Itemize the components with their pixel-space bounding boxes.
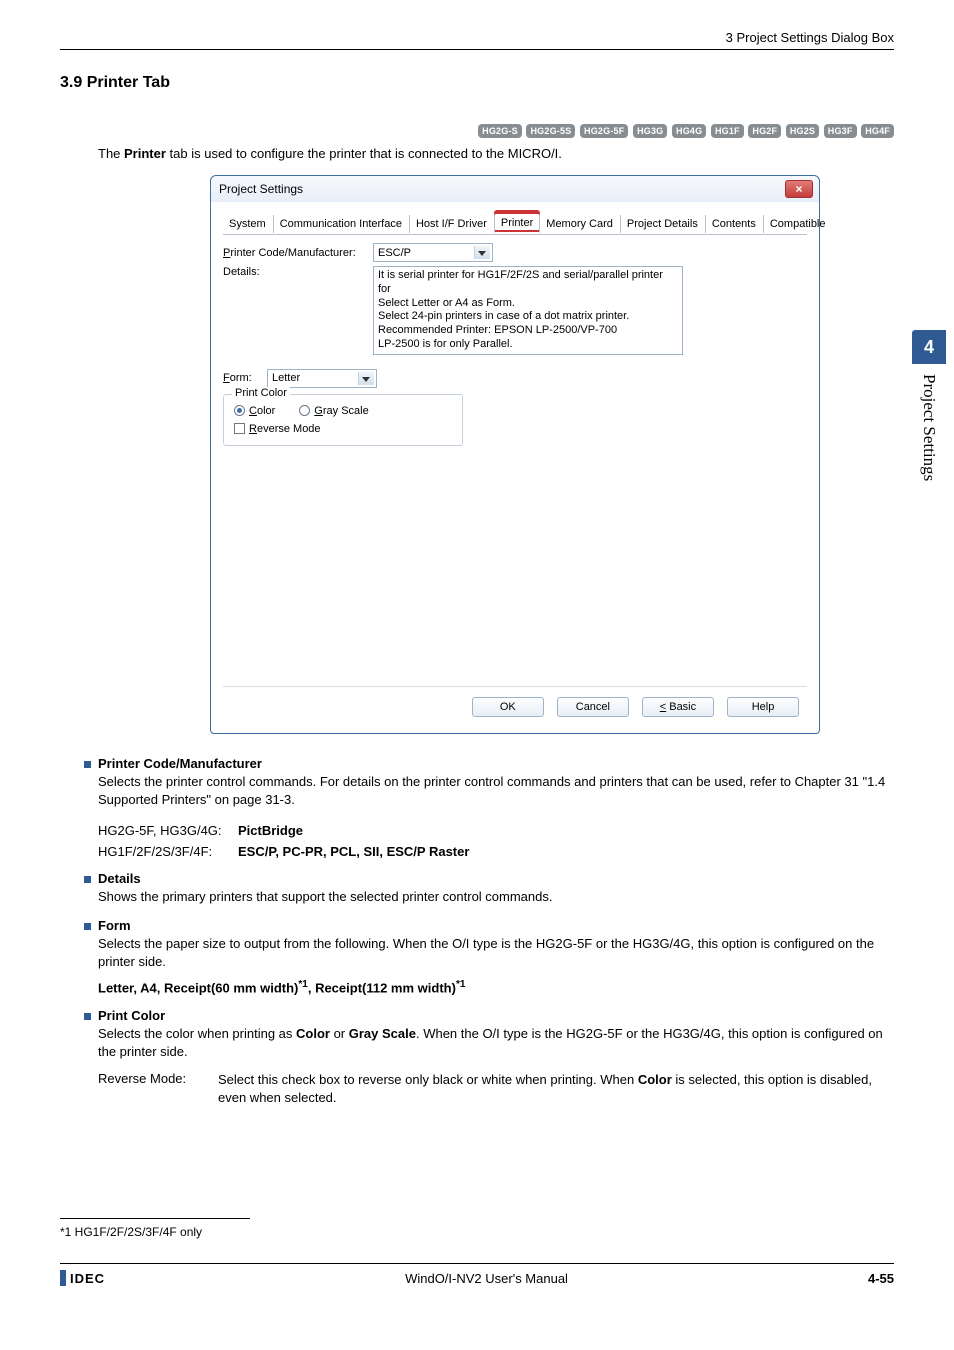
def-form-body: Selects the paper size to output from th…: [60, 935, 894, 971]
badge: HG1F: [711, 124, 744, 138]
badge: HG2G-5F: [580, 124, 628, 138]
details-label: Details:: [223, 266, 373, 278]
dialog-titlebar: Project Settings ×: [211, 176, 819, 202]
tab-host-if-driver[interactable]: Host I/F Driver: [409, 215, 494, 233]
def-form-head: Form: [60, 918, 894, 933]
page-footer: IDEC WindO/I-NV2 User's Manual 4-55: [60, 1263, 894, 1286]
reverse-mode-desc: Select this check box to reverse only bl…: [218, 1071, 894, 1107]
print-color-group: Print Color Color Gray Scale Reverse Mod…: [223, 394, 463, 446]
radio-gray-scale[interactable]: Gray Scale: [299, 405, 368, 417]
checkbox-reverse-mode[interactable]: Reverse Mode: [234, 423, 452, 435]
badge: HG2S: [786, 124, 819, 138]
tab-memory-card[interactable]: Memory Card: [540, 215, 620, 233]
def-details-body: Shows the primary printers that support …: [60, 888, 894, 906]
def-printer-code-head: Printer Code/Manufacturer: [60, 756, 894, 771]
chapter-side-tab: 4 Project Settings: [912, 330, 946, 481]
intro-text: The Printer tab is used to configure the…: [98, 146, 894, 161]
def-print-color-head: Print Color: [60, 1008, 894, 1023]
reverse-mode-label: Reverse Mode:: [98, 1071, 218, 1107]
badge: HG2G-S: [478, 124, 522, 138]
badge: HG4F: [861, 124, 894, 138]
printer-code-combobox[interactable]: ESC/P: [373, 243, 493, 262]
print-color-legend: Print Color: [232, 387, 290, 399]
tab-printer[interactable]: Printer: [494, 213, 540, 233]
details-textbox: It is serial printer for HG1F/2F/2S and …: [373, 266, 683, 355]
form-combobox[interactable]: Letter: [267, 369, 377, 388]
row-key: HG2G-5F, HG3G/4G:: [98, 823, 238, 838]
breadcrumb: 3 Project Settings Dialog Box: [60, 30, 894, 50]
def-form-options: Letter, A4, Receipt(60 mm width)*1, Rece…: [60, 979, 894, 995]
tab-contents[interactable]: Contents: [705, 215, 763, 233]
footnote: *1 HG1F/2F/2S/3F/4F only: [60, 1218, 250, 1239]
page-number: 4-55: [868, 1271, 894, 1286]
row-val: ESC/P, PC-PR, PCL, SII, ESC/P Raster: [238, 844, 469, 859]
def-details-head: Details: [60, 871, 894, 886]
chapter-number-badge: 4: [912, 330, 946, 364]
manual-title: WindO/I-NV2 User's Manual: [405, 1271, 568, 1286]
dialog-tabs: System Communication Interface Host I/F …: [223, 208, 807, 235]
tab-project-details[interactable]: Project Details: [620, 215, 705, 233]
brand-logo: IDEC: [60, 1270, 105, 1286]
row-val: PictBridge: [238, 823, 303, 838]
dialog-button-row: OK Cancel < Basic Help: [223, 686, 807, 721]
model-badges: HG2G-S HG2G-5S HG2G-5F HG3G HG4G HG1F HG…: [60, 122, 894, 138]
badge: HG3F: [824, 124, 857, 138]
def-print-color-body: Selects the color when printing as Color…: [60, 1025, 894, 1061]
radio-color[interactable]: Color: [234, 405, 275, 417]
cancel-button[interactable]: Cancel: [557, 697, 629, 717]
section-title: 3.9 Printer Tab: [60, 74, 894, 92]
printer-code-label: Printer Code/Manufacturer:: [223, 247, 373, 259]
form-label: Form:: [223, 372, 267, 384]
ok-button[interactable]: OK: [472, 697, 544, 717]
basic-button[interactable]: < Basic: [642, 697, 714, 717]
badge: HG2G-5S: [526, 124, 575, 138]
close-button[interactable]: ×: [785, 180, 813, 198]
project-settings-dialog: Project Settings × System Communication …: [210, 175, 820, 734]
def-printer-code-body: Selects the printer control commands. Fo…: [60, 773, 894, 809]
tab-communication-interface[interactable]: Communication Interface: [273, 215, 409, 233]
chapter-side-label: Project Settings: [919, 364, 939, 481]
row-key: HG1F/2F/2S/3F/4F:: [98, 844, 238, 859]
badge: HG3G: [633, 124, 667, 138]
badge: HG2F: [748, 124, 781, 138]
dialog-title: Project Settings: [219, 182, 303, 196]
tab-compatible[interactable]: Compatible: [763, 215, 833, 233]
badge: HG4G: [672, 124, 706, 138]
tab-system[interactable]: System: [223, 215, 273, 233]
help-button[interactable]: Help: [727, 697, 799, 717]
